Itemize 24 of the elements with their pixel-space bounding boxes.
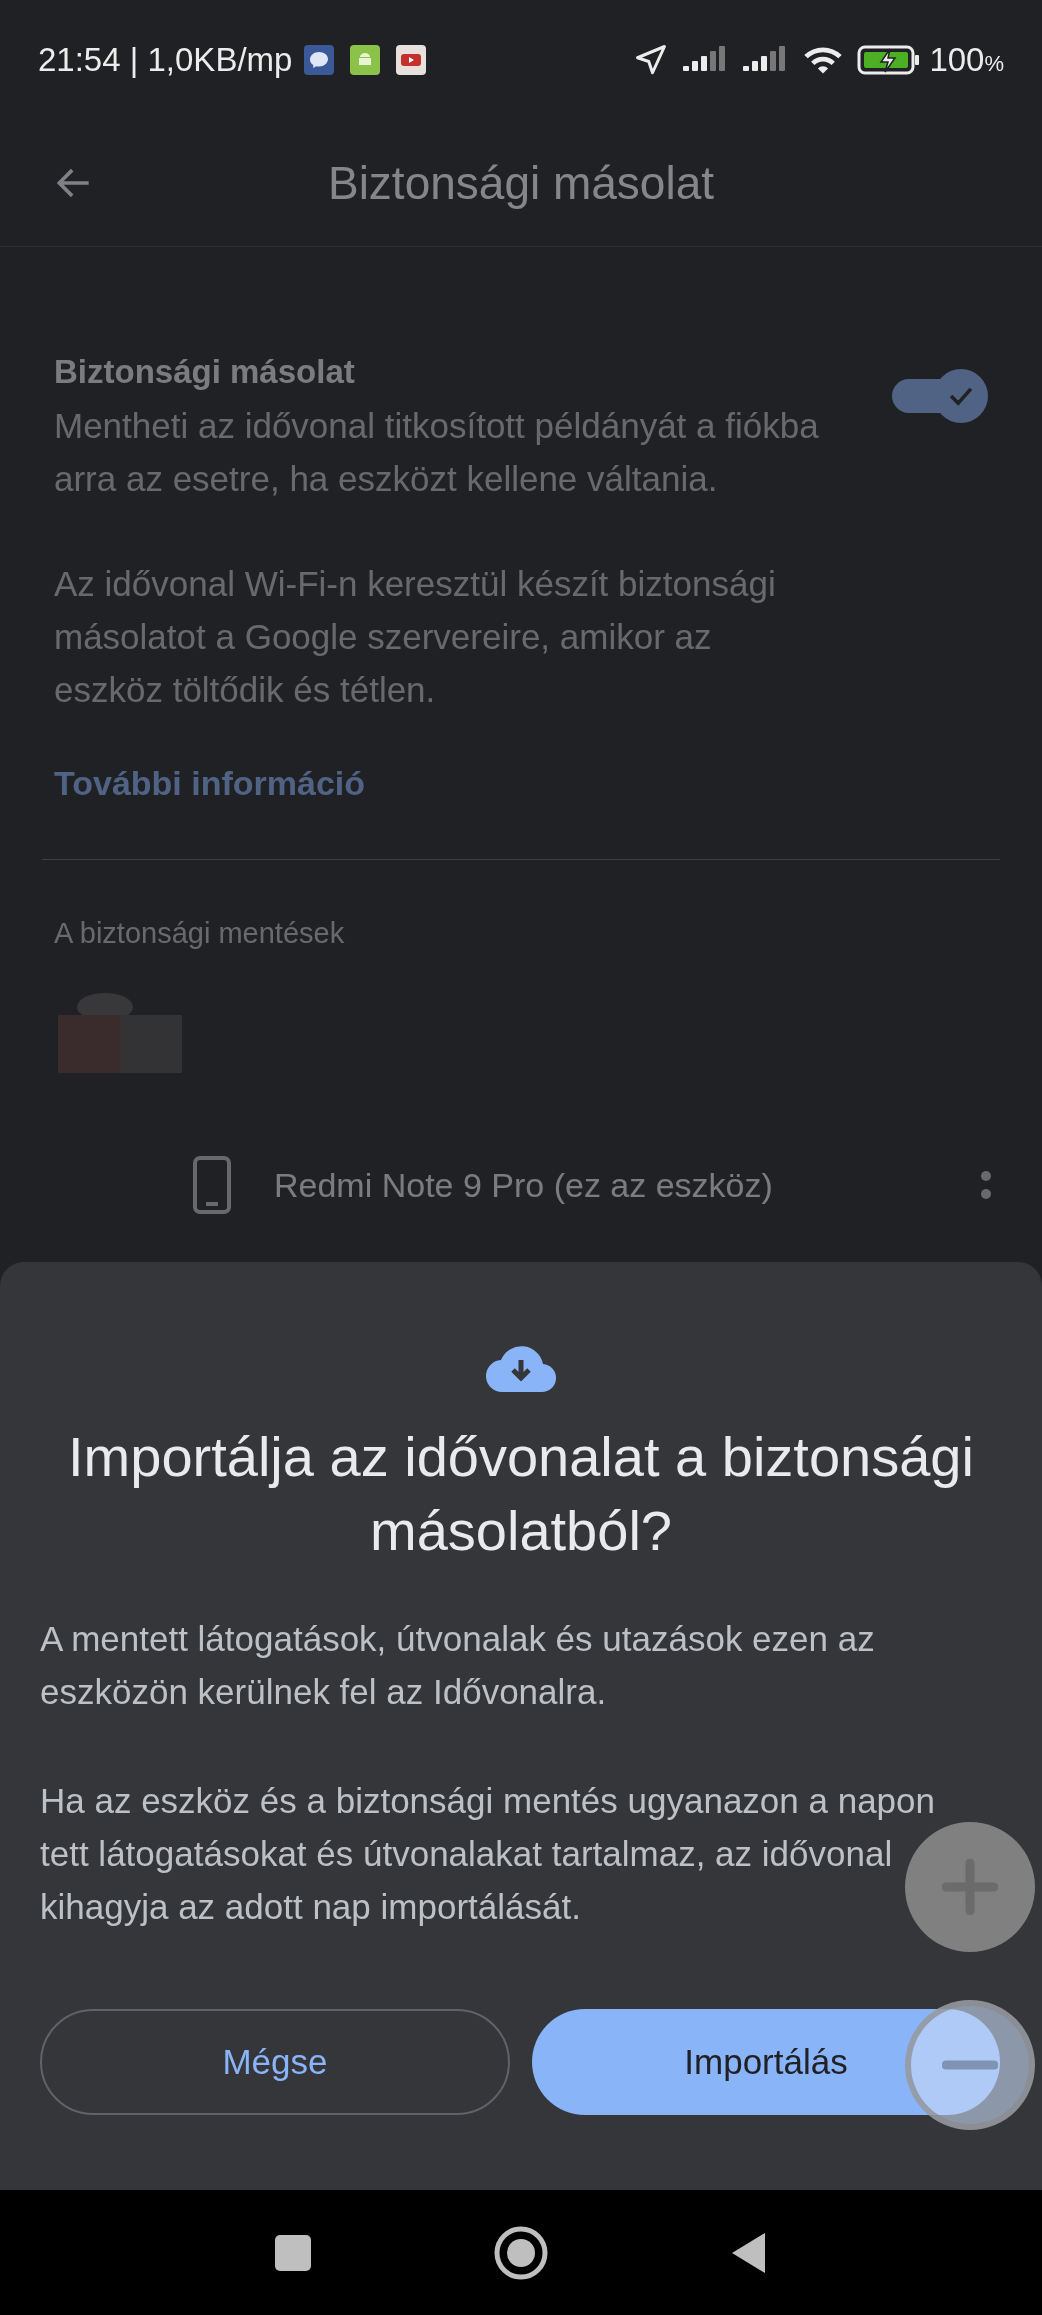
dialog-title: Importálja az idővonalat a biztonsági másolatból? (67, 1424, 975, 1564)
recents-icon[interactable] (273, 2232, 313, 2273)
cloud-download-icon (485, 1344, 557, 1394)
more-options-icon[interactable] (980, 1170, 992, 1200)
video-app-icon (396, 45, 427, 75)
screen-title: Biztonsági másolat (326, 155, 716, 211)
section-header: A biztonsági mentések (54, 915, 346, 951)
setting-description: Az idővonal Wi-Fi-n keresztül készít biztonsági másolatot a Google szervereire, amikor az eszköz töltődik és tétlen. (54, 562, 777, 711)
android-icon (350, 45, 381, 75)
dialog-description: Ha az eszköz és a biztonsági mentés ugyanazon a napon tett látogatásokat és útvonalakat tartalmaz, az idővonal kihagyja az adott nap importálását. (40, 1780, 936, 1928)
dialog-description: A mentett látogatások, útvonalak és utazások ezen az eszközön kerülnek fel az Idővonalra. (40, 1618, 876, 1713)
import-button[interactable]: Importálás (532, 2009, 1000, 2115)
phone-icon (190, 1155, 234, 1215)
home-icon[interactable] (493, 2224, 549, 2281)
cancel-button[interactable]: Mégse (40, 2009, 510, 2115)
backup-toggle[interactable] (892, 369, 988, 423)
device-name: Redmi Note 9 Pro (ez az eszköz) (274, 1164, 774, 1206)
status-time: 21:54 | 1,0KB/mp (38, 40, 293, 81)
messenger-icon (304, 45, 335, 75)
setting-title: Biztonsági másolat (54, 352, 356, 392)
setting-description: Mentheti az idővonal titkosított példányát a fiókba arra az esetre, ha eszközt kellene váltania. (54, 404, 820, 500)
minus-icon (942, 2059, 998, 2071)
battery-percentage: 100% (929, 40, 1004, 81)
battery-charging-icon (857, 44, 922, 76)
